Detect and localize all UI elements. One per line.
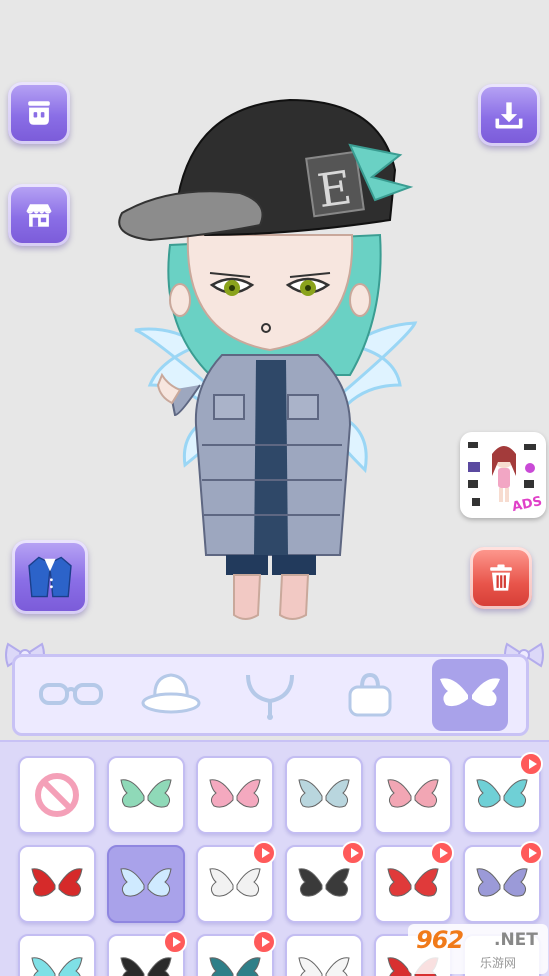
- wings-icon: [387, 779, 439, 808]
- site-watermark: 962 .NET 乐游网: [408, 924, 548, 974]
- download-icon: [495, 102, 523, 129]
- mannequin-icon: [28, 101, 50, 125]
- tab-bag[interactable]: [332, 659, 408, 731]
- tab-glasses[interactable]: [33, 659, 109, 731]
- wings-icon: [120, 868, 172, 897]
- ad-play-icon: [430, 841, 454, 865]
- wardrobe-reset-button[interactable]: [8, 82, 70, 144]
- wings-icon: [298, 779, 350, 808]
- item-cell-red-feather[interactable]: [374, 841, 454, 923]
- trash-icon: [490, 564, 512, 591]
- item-cell-butterfly-red[interactable]: [18, 845, 96, 923]
- wings-icon: [298, 957, 350, 976]
- item-cell-cyan[interactable]: [18, 934, 96, 976]
- outfit-button[interactable]: [12, 540, 88, 614]
- item-cell-teal[interactable]: [463, 752, 543, 834]
- item-cell-lilac[interactable]: [463, 841, 543, 923]
- wings-icon: [209, 779, 261, 808]
- item-cell-clear[interactable]: [285, 756, 363, 834]
- item-cell-white[interactable]: [196, 841, 276, 923]
- wings-icon: [31, 868, 83, 897]
- wings-icon: [120, 779, 172, 808]
- ad-play-icon: [519, 841, 543, 865]
- delete-button[interactable]: [470, 547, 532, 609]
- wings-icon: [387, 868, 439, 897]
- wings-icon: [209, 868, 261, 897]
- tab-hat[interactable]: [133, 659, 209, 731]
- item-cell-fairy-green[interactable]: [107, 756, 185, 834]
- wings-icon: [209, 957, 261, 976]
- no-item-icon: [35, 773, 79, 817]
- glasses-icon: [38, 683, 103, 705]
- ad-play-icon: [341, 841, 365, 865]
- item-cell-bat-black[interactable]: [285, 841, 365, 923]
- item-cell-none[interactable]: [18, 756, 96, 834]
- ad-play-icon: [519, 752, 543, 776]
- item-cell-white-large[interactable]: [285, 934, 363, 976]
- category-bar: [12, 654, 529, 736]
- ad-play-icon: [252, 841, 276, 865]
- character-avatar: E: [110, 85, 430, 630]
- wings-icon: [440, 678, 501, 707]
- bag-icon: [348, 672, 392, 717]
- watermark-net: .NET: [494, 930, 538, 950]
- item-cell-teal-dragon[interactable]: [196, 930, 276, 976]
- tab-wings[interactable]: [432, 659, 509, 731]
- wings-icon: [476, 779, 528, 808]
- wings-icon: [476, 868, 528, 897]
- ad-play-icon: [163, 930, 187, 954]
- download-button[interactable]: [478, 84, 540, 146]
- ads-promo-button[interactable]: ADS: [460, 432, 546, 518]
- shop-button[interactable]: [8, 184, 70, 246]
- watermark-subtext: 乐游网: [480, 956, 517, 970]
- wings-icon: [298, 868, 350, 897]
- item-cell-dark-bat[interactable]: [107, 930, 187, 976]
- necklace-icon: [246, 674, 295, 720]
- item-cell-angel-blue[interactable]: [107, 845, 185, 923]
- store-icon: [26, 204, 52, 227]
- ad-play-icon: [252, 930, 276, 954]
- item-cell-pink[interactable]: [196, 756, 274, 834]
- wings-icon: [31, 957, 83, 976]
- tab-necklace[interactable]: [232, 659, 308, 731]
- jacket-icon: [28, 556, 72, 598]
- watermark-number: 962: [416, 926, 464, 954]
- item-cell-pink-small[interactable]: [374, 756, 452, 834]
- wings-icon: [120, 957, 172, 976]
- hat-icon: [141, 673, 201, 714]
